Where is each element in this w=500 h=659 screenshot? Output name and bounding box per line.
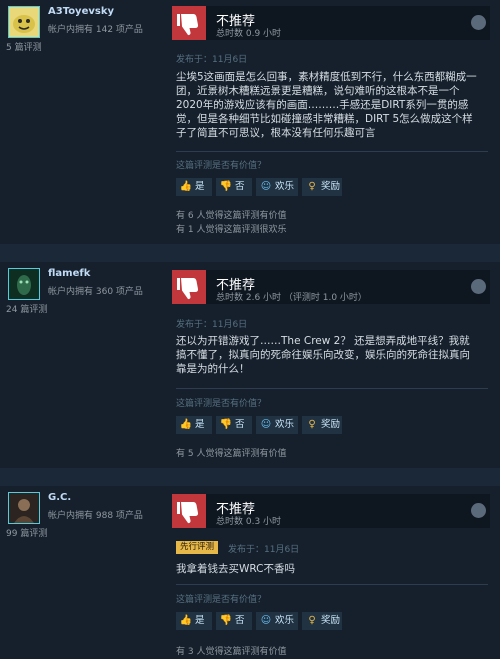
helpful-count: 有 3 人觉得这篇评测有价值 (176, 647, 287, 657)
award-label: 奖励 (321, 615, 341, 626)
vote-yes-label: 是 (195, 419, 205, 430)
vote-funny-label: 欢乐 (275, 181, 295, 192)
review-content: 我拿着钱去买WRC不香吗 (176, 563, 295, 575)
avatar[interactable] (8, 6, 40, 38)
recommendation-header[interactable]: 不推荐 总时数 2.6 小时 （评测时 1.0 小时） (172, 270, 490, 304)
steam-logo-icon (471, 503, 486, 518)
helpful-count: 有 6 人觉得这篇评测有价值 (176, 211, 287, 221)
playtime: 总时数 0.3 小时 (216, 517, 282, 527)
products-owned[interactable]: 帐户内拥有 988 项产品 (48, 508, 143, 521)
vote-no-label: 否 (235, 181, 245, 192)
early-access-badge[interactable]: 先行评测 (176, 541, 219, 554)
thumbs-down-icon: 👎 (219, 419, 233, 430)
helpful-question: 这篇评测是否有价值？ (176, 595, 267, 605)
helpful-question: 这篇评测是否有价值？ (176, 161, 267, 171)
avatar[interactable] (8, 268, 40, 300)
review-separator (0, 468, 500, 486)
award-button[interactable]: ♀ 奖励 (302, 416, 342, 434)
thumbs-down-icon (172, 270, 206, 304)
review-card: flamefk 帐户内拥有 360 项产品 24 篇评测 不推荐 总时数 2.6… (0, 262, 500, 468)
author-name[interactable]: flamefk (48, 268, 90, 279)
award-label: 奖励 (321, 419, 341, 430)
vote-funny-button[interactable]: ☺ 欢乐 (256, 416, 298, 434)
vote-yes-label: 是 (195, 615, 205, 626)
vote-yes-button[interactable]: 👍 是 (176, 612, 212, 630)
review-card: G.C. 帐户内拥有 988 项产品 99 篇评测 不推荐 总时数 0.3 小时… (0, 486, 500, 659)
steam-logo-icon (471, 279, 486, 294)
author-name[interactable]: A3Toyevsky (48, 6, 114, 17)
avatar[interactable] (8, 492, 40, 524)
vote-no-label: 否 (235, 615, 245, 626)
vote-no-button[interactable]: 👎 否 (216, 416, 252, 434)
vote-funny-label: 欢乐 (275, 615, 295, 626)
award-button[interactable]: ♀ 奖励 (302, 612, 342, 630)
recommendation-header[interactable]: 不推荐 总时数 0.3 小时 (172, 494, 490, 528)
vote-no-label: 否 (235, 419, 245, 430)
recommendation-header[interactable]: 不推荐 总时数 0.9 小时 (172, 6, 490, 40)
smile-icon: ☺ (260, 181, 272, 192)
products-owned[interactable]: 帐户内拥有 360 项产品 (48, 284, 143, 297)
vote-funny-label: 欢乐 (275, 419, 295, 430)
review-card: A3Toyevsky 帐户内拥有 142 项产品 5 篇评测 不推荐 总时数 0… (0, 0, 500, 244)
award-icon: ♀ (308, 419, 316, 430)
review-content: 还以为开错游戏了……The Crew 2？ 还是想弄成地平线？我就搞不懂了，拟真… (176, 335, 470, 375)
posted-date: 发布于：11月6日 (228, 545, 300, 555)
vote-no-button[interactable]: 👎 否 (216, 178, 252, 196)
thumbs-up-icon: 👍 (179, 181, 193, 192)
award-icon: ♀ (308, 181, 316, 192)
thumbs-down-icon: 👎 (219, 615, 233, 626)
vote-funny-button[interactable]: ☺ 欢乐 (256, 612, 298, 630)
funny-count: 有 1 人觉得这篇评测很欢乐 (176, 225, 287, 235)
review-count[interactable]: 5 篇评测 (6, 40, 42, 53)
helpful-question: 这篇评测是否有价值？ (176, 399, 267, 409)
vote-funny-button[interactable]: ☺ 欢乐 (256, 178, 298, 196)
award-button[interactable]: ♀ 奖励 (302, 178, 342, 196)
divider (176, 388, 488, 389)
divider (176, 584, 488, 585)
thumbs-down-icon (172, 494, 206, 528)
products-owned[interactable]: 帐户内拥有 142 项产品 (48, 22, 143, 35)
thumbs-down-icon: 👎 (219, 181, 233, 192)
vote-no-button[interactable]: 👎 否 (216, 612, 252, 630)
review-content: 尘埃5这画面是怎么回事，素材精度低到不行，什么东西都糊成一团，近景树木糟糕远景更… (176, 71, 477, 139)
award-label: 奖励 (321, 181, 341, 192)
divider (176, 151, 488, 152)
posted-date: 发布于：11月6日 (176, 320, 248, 330)
thumbs-up-icon: 👍 (179, 419, 193, 430)
review-count[interactable]: 99 篇评测 (6, 526, 47, 539)
smile-icon: ☺ (260, 419, 272, 430)
award-icon: ♀ (308, 615, 316, 626)
review-separator (0, 244, 500, 262)
review-count[interactable]: 24 篇评测 (6, 302, 47, 315)
vote-yes-button[interactable]: 👍 是 (176, 178, 212, 196)
playtime: 总时数 2.6 小时 （评测时 1.0 小时） (216, 293, 367, 303)
helpful-count: 有 5 人觉得这篇评测有价值 (176, 449, 287, 459)
vote-yes-label: 是 (195, 181, 205, 192)
steam-logo-icon (471, 15, 486, 30)
posted-date: 发布于：11月6日 (176, 55, 248, 65)
playtime: 总时数 0.9 小时 (216, 29, 282, 39)
thumbs-down-icon (172, 6, 206, 40)
vote-yes-button[interactable]: 👍 是 (176, 416, 212, 434)
author-name[interactable]: G.C. (48, 492, 71, 503)
thumbs-up-icon: 👍 (179, 615, 193, 626)
smile-icon: ☺ (260, 615, 272, 626)
